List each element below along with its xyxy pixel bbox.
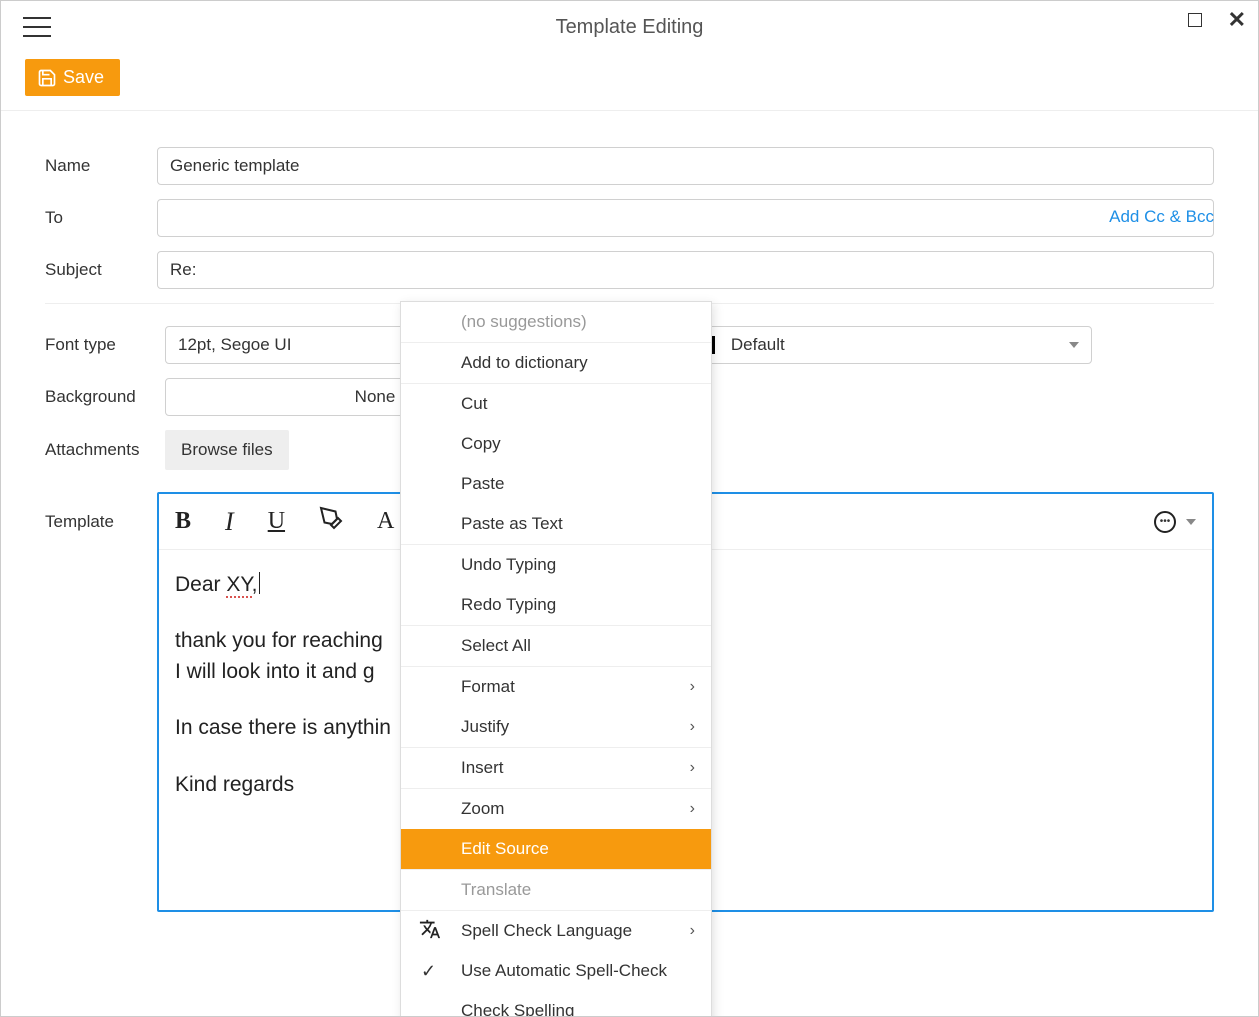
cm-insert[interactable]: Insert ›: [401, 748, 711, 788]
more-options-icon[interactable]: •••: [1154, 511, 1176, 533]
save-icon: [37, 68, 57, 88]
chevron-right-icon: ›: [690, 800, 695, 818]
save-button-label: Save: [63, 67, 104, 88]
chevron-right-icon: ›: [690, 678, 695, 696]
cm-zoom[interactable]: Zoom ›: [401, 789, 711, 829]
editor-more: •••: [1154, 511, 1196, 533]
to-input[interactable]: [157, 199, 1214, 237]
cm-justify[interactable]: Justify ›: [401, 707, 711, 747]
cm-auto-spell-check[interactable]: ✓ Use Automatic Spell-Check: [401, 951, 711, 991]
cm-copy[interactable]: Copy: [401, 424, 711, 464]
cm-edit-source[interactable]: Edit Source: [401, 829, 711, 869]
bold-button[interactable]: B: [175, 508, 191, 535]
row-name: Name: [45, 147, 1214, 185]
cm-no-suggestions: (no suggestions): [401, 302, 711, 342]
cm-cut[interactable]: Cut: [401, 384, 711, 424]
context-menu: (no suggestions) Add to dictionary Cut C…: [400, 301, 712, 1017]
cm-translate: Translate: [401, 870, 711, 910]
cm-spell-language[interactable]: Spell Check Language ›: [401, 911, 711, 951]
text-cursor: [259, 572, 260, 594]
row-subject: Subject: [45, 251, 1214, 289]
chevron-right-icon: ›: [690, 718, 695, 736]
name-input[interactable]: [157, 147, 1214, 185]
cm-undo[interactable]: Undo Typing: [401, 545, 711, 585]
add-cc-bcc-link[interactable]: Add Cc & Bcc: [1109, 207, 1214, 227]
browse-files-button[interactable]: Browse files: [165, 430, 289, 470]
cm-format[interactable]: Format ›: [401, 667, 711, 707]
underline-button[interactable]: U: [268, 508, 285, 535]
background-label: Background: [45, 387, 157, 407]
window-title: Template Editing: [556, 16, 704, 39]
cm-add-dictionary[interactable]: Add to dictionary: [401, 343, 711, 383]
font-type-label: Font type: [45, 335, 157, 355]
chevron-right-icon: ›: [690, 922, 695, 940]
save-button[interactable]: Save: [25, 59, 120, 96]
template-label: Template: [45, 492, 157, 532]
cm-select-all[interactable]: Select All: [401, 626, 711, 666]
hamburger-menu-icon[interactable]: [23, 17, 51, 37]
cm-paste-text[interactable]: Paste as Text: [401, 504, 711, 544]
template-editing-window: Template Editing ✕ Save Name To: [0, 0, 1259, 1017]
row-to: To Add Cc & Bcc: [45, 199, 1214, 237]
cm-redo[interactable]: Redo Typing: [401, 585, 711, 625]
subject-input[interactable]: [157, 251, 1214, 289]
maximize-icon[interactable]: [1188, 13, 1202, 27]
titlebar: Template Editing ✕: [1, 1, 1258, 53]
name-label: Name: [45, 156, 157, 176]
close-icon[interactable]: ✕: [1228, 13, 1246, 27]
cm-paste[interactable]: Paste: [401, 464, 711, 504]
font-type-value: 12pt, Segoe UI: [178, 335, 291, 355]
translate-icon: [419, 918, 441, 945]
to-label: To: [45, 208, 157, 228]
font-color-value: Default: [731, 335, 785, 355]
font-button[interactable]: A: [377, 508, 394, 535]
chevron-right-icon: ›: [690, 759, 695, 777]
window-controls: ✕: [1188, 13, 1246, 27]
subject-label: Subject: [45, 260, 157, 280]
check-icon: ✓: [421, 961, 436, 982]
spelling-error: XY: [226, 573, 251, 598]
cm-check-spelling[interactable]: Check Spelling: [401, 991, 711, 1017]
attachments-label: Attachments: [45, 440, 157, 460]
chevron-down-icon[interactable]: [1186, 519, 1196, 525]
chevron-down-icon: [1069, 342, 1079, 348]
toolbar: Save: [1, 53, 1258, 111]
font-color-select[interactable]: Default: [684, 326, 1092, 364]
highlight-button[interactable]: [319, 506, 343, 537]
italic-button[interactable]: I: [225, 507, 234, 537]
